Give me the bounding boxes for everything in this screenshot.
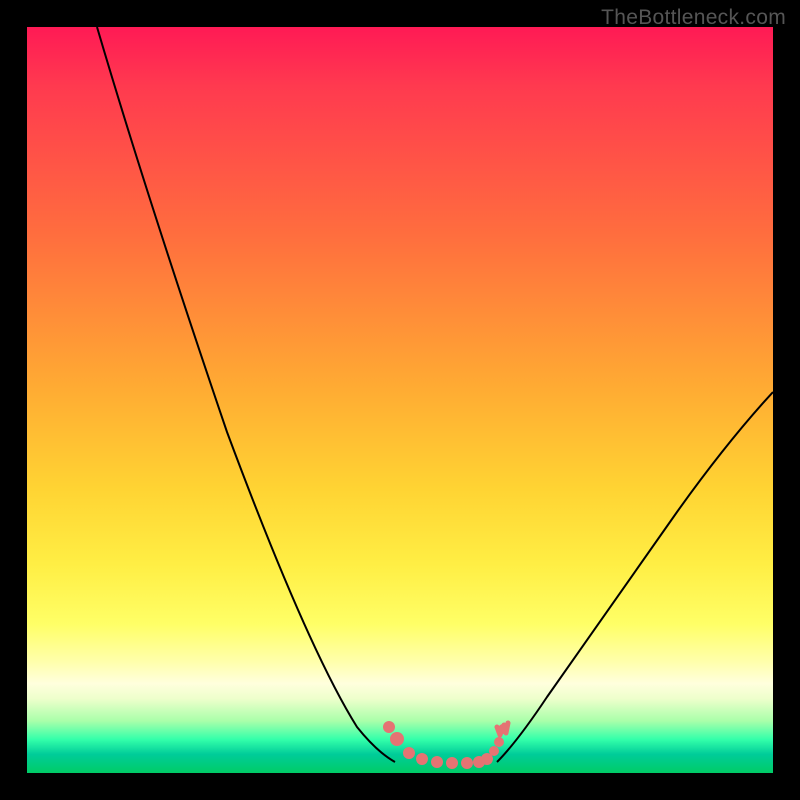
- data-dot: [416, 753, 428, 765]
- watermark-text: TheBottleneck.com: [601, 6, 786, 30]
- data-dot: [489, 746, 499, 756]
- data-dot: [431, 756, 443, 768]
- dot-scribble: [497, 723, 508, 735]
- gradient-plot-area: [27, 27, 773, 773]
- data-dot: [494, 737, 504, 747]
- curve-svg: [27, 27, 773, 773]
- data-dot: [390, 732, 404, 746]
- left-curve: [97, 27, 395, 762]
- data-dot: [403, 747, 415, 759]
- data-dot: [461, 757, 473, 769]
- data-dot: [383, 721, 395, 733]
- data-dot: [446, 757, 458, 769]
- right-curve: [497, 392, 773, 762]
